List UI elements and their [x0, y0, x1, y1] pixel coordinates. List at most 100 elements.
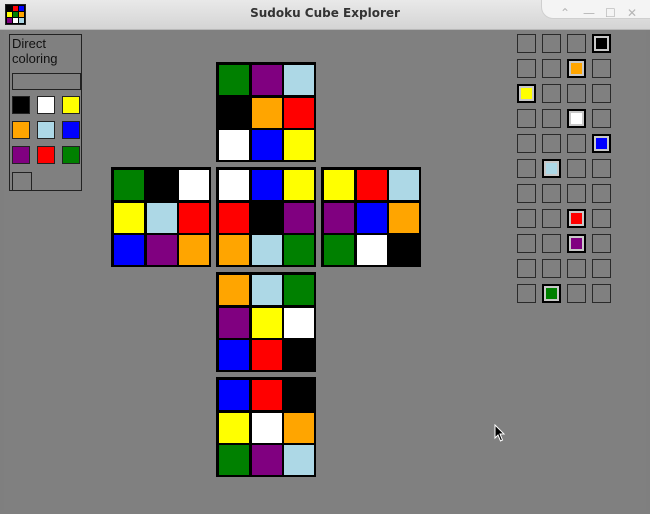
palette-swatch[interactable] — [37, 146, 55, 164]
assignment-grid-cell[interactable] — [567, 209, 586, 228]
face-cell[interactable] — [179, 235, 209, 265]
palette-swatch[interactable] — [62, 96, 80, 114]
assignment-grid-cell[interactable] — [542, 259, 561, 278]
assignment-grid-cell[interactable] — [592, 234, 611, 253]
face-cell[interactable] — [284, 170, 314, 200]
face-cell[interactable] — [389, 170, 419, 200]
face-cell[interactable] — [284, 97, 314, 128]
face-cell[interactable] — [114, 235, 144, 265]
face-cell[interactable] — [324, 235, 354, 265]
palette-swatch[interactable] — [62, 146, 80, 164]
face-cell[interactable] — [284, 235, 314, 265]
assignment-grid-cell[interactable] — [542, 234, 561, 253]
face-cell[interactable] — [356, 235, 387, 265]
palette-swatch[interactable] — [12, 121, 30, 139]
assignment-grid-cell[interactable] — [542, 159, 561, 178]
assignment-grid-cell[interactable] — [542, 34, 561, 53]
assignment-grid-cell[interactable] — [592, 134, 611, 153]
assignment-grid-cell[interactable] — [517, 259, 536, 278]
face-cell[interactable] — [114, 202, 144, 233]
assignment-grid-cell[interactable] — [592, 59, 611, 78]
shade-window-icon[interactable]: ⌃ — [560, 6, 570, 20]
face-cell[interactable] — [389, 235, 419, 265]
assignment-grid-cell[interactable] — [567, 134, 586, 153]
face-cell[interactable] — [251, 97, 282, 128]
assignment-grid-cell[interactable] — [517, 234, 536, 253]
face-cell[interactable] — [284, 307, 314, 338]
close-window-icon[interactable]: ✕ — [627, 6, 637, 20]
palette-swatch[interactable] — [62, 121, 80, 139]
face-cell[interactable] — [219, 65, 249, 95]
assignment-grid-cell[interactable] — [592, 209, 611, 228]
face-cell[interactable] — [324, 170, 354, 200]
assignment-grid-cell[interactable] — [542, 209, 561, 228]
face-cell[interactable] — [219, 235, 249, 265]
face-cell[interactable] — [146, 235, 177, 265]
face-cell[interactable] — [219, 445, 249, 475]
face-cell[interactable] — [284, 130, 314, 160]
face-cell[interactable] — [219, 412, 249, 443]
face-cell[interactable] — [389, 202, 419, 233]
face-cell[interactable] — [219, 170, 249, 200]
face-cell[interactable] — [284, 412, 314, 443]
face-cell[interactable] — [324, 202, 354, 233]
assignment-grid-cell[interactable] — [542, 284, 561, 303]
assignment-grid-cell[interactable] — [592, 109, 611, 128]
face-cell[interactable] — [284, 202, 314, 233]
assignment-grid-cell[interactable] — [567, 284, 586, 303]
assignment-grid-cell[interactable] — [567, 84, 586, 103]
maximize-window-icon[interactable]: ☐ — [605, 6, 616, 20]
assignment-grid-cell[interactable] — [517, 34, 536, 53]
face-cell[interactable] — [284, 275, 314, 305]
assignment-grid-cell[interactable] — [592, 159, 611, 178]
assignment-grid-cell[interactable] — [567, 184, 586, 203]
assignment-grid-cell[interactable] — [542, 184, 561, 203]
face-cell[interactable] — [251, 235, 282, 265]
assignment-grid-cell[interactable] — [517, 84, 536, 103]
assignment-grid-cell[interactable] — [567, 34, 586, 53]
assignment-grid-cell[interactable] — [592, 184, 611, 203]
palette-swatch[interactable] — [12, 96, 30, 114]
face-cell[interactable] — [251, 202, 282, 233]
face-cell[interactable] — [251, 130, 282, 160]
assignment-grid-cell[interactable] — [592, 34, 611, 53]
face-cell[interactable] — [251, 275, 282, 305]
assignment-grid-cell[interactable] — [517, 184, 536, 203]
face-cell[interactable] — [251, 412, 282, 443]
face-cell[interactable] — [251, 340, 282, 370]
assignment-grid-cell[interactable] — [517, 159, 536, 178]
assignment-grid-cell[interactable] — [517, 134, 536, 153]
face-cell[interactable] — [179, 202, 209, 233]
assignment-grid-cell[interactable] — [567, 159, 586, 178]
face-cell[interactable] — [356, 170, 387, 200]
face-cell[interactable] — [219, 97, 249, 128]
assignment-grid-cell[interactable] — [542, 59, 561, 78]
face-cell[interactable] — [284, 340, 314, 370]
face-cell[interactable] — [219, 202, 249, 233]
assignment-grid-cell[interactable] — [592, 259, 611, 278]
assignment-grid-cell[interactable] — [517, 59, 536, 78]
face-cell[interactable] — [219, 380, 249, 410]
face-cell[interactable] — [219, 275, 249, 305]
face-cell[interactable] — [284, 380, 314, 410]
face-cell[interactable] — [146, 202, 177, 233]
face-cell[interactable] — [284, 65, 314, 95]
face-cell[interactable] — [356, 202, 387, 233]
clear-color-button[interactable] — [12, 172, 32, 191]
face-cell[interactable] — [251, 445, 282, 475]
face-cell[interactable] — [219, 307, 249, 338]
minimize-window-icon[interactable]: — — [583, 6, 595, 20]
assignment-grid-cell[interactable] — [542, 134, 561, 153]
face-cell[interactable] — [251, 307, 282, 338]
face-cell[interactable] — [219, 130, 249, 160]
assignment-grid-cell[interactable] — [517, 209, 536, 228]
face-cell[interactable] — [251, 65, 282, 95]
assignment-grid-cell[interactable] — [592, 84, 611, 103]
face-cell[interactable] — [114, 170, 144, 200]
palette-swatch[interactable] — [37, 121, 55, 139]
face-cell[interactable] — [251, 170, 282, 200]
assignment-grid-cell[interactable] — [517, 284, 536, 303]
face-cell[interactable] — [179, 170, 209, 200]
assignment-grid-cell[interactable] — [567, 234, 586, 253]
face-cell[interactable] — [219, 340, 249, 370]
